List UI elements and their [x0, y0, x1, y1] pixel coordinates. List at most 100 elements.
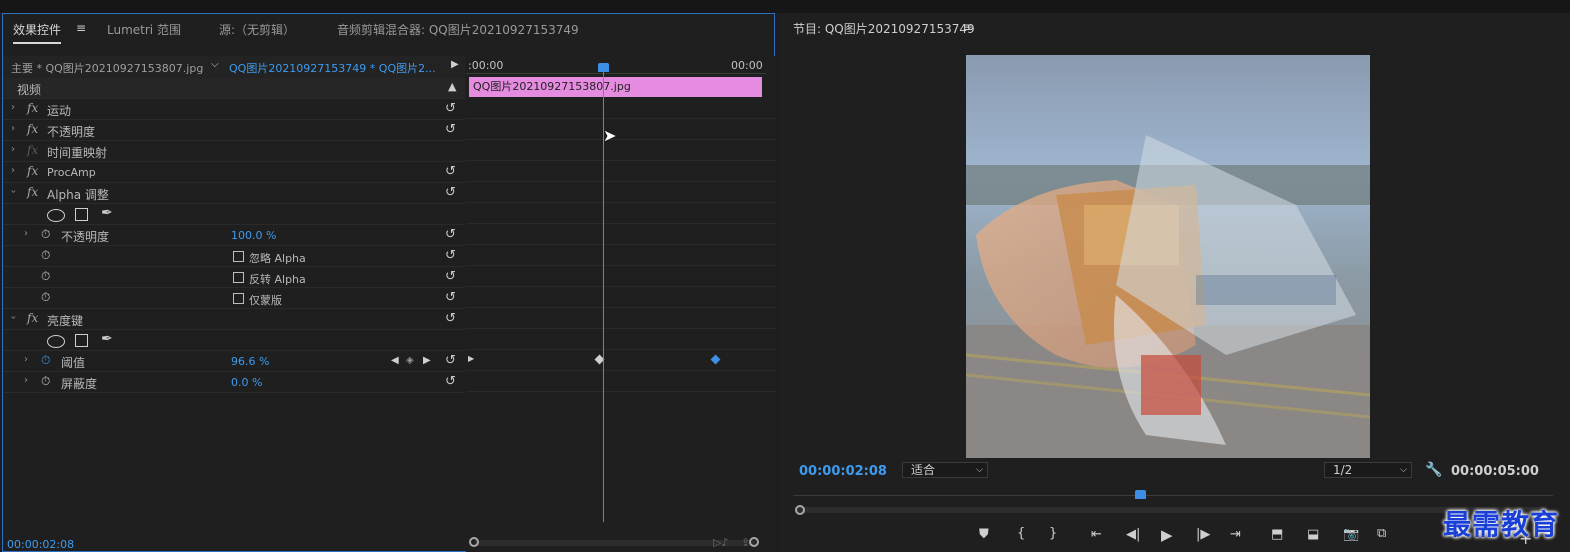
prev-keyframe-icon[interactable]: ◀ [391, 355, 399, 366]
stopwatch-icon[interactable]: ⏱ [41, 353, 50, 368]
panel-menu-icon[interactable]: ≡ [963, 20, 973, 34]
play-icon[interactable]: ▶ [1161, 526, 1173, 544]
chevron-down-icon[interactable]: ⌵ [211, 59, 219, 70]
go-to-out-icon[interactable]: ⇥ [1230, 527, 1241, 542]
tab-lumetri[interactable]: Lumetri 范围 [107, 21, 181, 38]
program-playhead-handle[interactable] [1135, 490, 1146, 499]
stopwatch-icon[interactable]: ⏱ [41, 269, 50, 284]
reset-icon[interactable]: ↺ [445, 269, 456, 284]
stopwatch-icon[interactable]: ⏱ [41, 248, 50, 263]
timeline-clip[interactable]: QQ图片20210927153807.jpg [469, 77, 762, 97]
effect-row-time-remap[interactable]: › fx 时间重映射 [3, 141, 465, 162]
reset-icon[interactable]: ↺ [445, 122, 456, 137]
reset-icon[interactable]: ↺ [445, 164, 456, 179]
go-to-in-icon[interactable]: ⇤ [1091, 527, 1102, 542]
timeline-row [466, 182, 776, 203]
program-current-timecode[interactable]: 00:00:02:08 [799, 464, 887, 479]
master-clip-label[interactable]: 主要 * QQ图片20210927153807.jpg [11, 60, 203, 76]
chevron-right-icon[interactable]: › [11, 144, 15, 155]
scroll-handle-left[interactable] [469, 537, 479, 547]
zoom-select[interactable]: 适合 ⌵ [902, 462, 988, 478]
comparison-view-icon[interactable]: ⧉ [1377, 526, 1386, 541]
reset-icon[interactable]: ↺ [445, 353, 456, 368]
param-value[interactable]: 100.0 % [231, 229, 276, 242]
param-row-alpha-opacity[interactable]: › ⏱ 不透明度 100.0 % ↺ [3, 225, 465, 246]
watermark-logo: 最需教育 [1443, 508, 1560, 541]
reset-icon[interactable]: ↺ [445, 311, 456, 326]
panel-menu-icon[interactable]: ≡ [76, 21, 86, 35]
reset-icon[interactable]: ↺ [445, 185, 456, 200]
step-back-icon[interactable]: ◀| [1126, 527, 1140, 542]
scroll-handle-left[interactable] [795, 505, 805, 515]
clip-bar: 主要 * QQ图片20210927153807.jpg ⌵ QQ图片202109… [3, 56, 465, 78]
mark-in-icon[interactable]: { [1017, 526, 1025, 541]
reset-icon[interactable]: ↺ [445, 227, 456, 242]
ellipse-mask-icon[interactable] [47, 209, 65, 222]
chevron-right-icon[interactable]: › [11, 165, 15, 176]
export-icon[interactable]: ⇪ [741, 536, 750, 549]
audio-icon[interactable]: ▷♪ [713, 536, 728, 549]
chevron-down-icon[interactable]: › [8, 316, 19, 320]
extract-icon[interactable]: ⬓ [1307, 527, 1319, 542]
mask-tools-row: ✒ [3, 330, 465, 351]
invert-alpha-checkbox[interactable] [233, 272, 244, 283]
fx-icon[interactable]: fx [27, 185, 38, 199]
ellipse-mask-icon[interactable] [47, 335, 65, 348]
scrub-ruler[interactable] [793, 495, 1553, 496]
chevron-right-icon[interactable]: › [11, 102, 15, 113]
step-forward-icon[interactable]: |▶ [1196, 527, 1210, 542]
effect-row-opacity[interactable]: › fx 不透明度 ↺ [3, 120, 465, 141]
pen-mask-icon[interactable]: ✒ [101, 331, 113, 347]
effect-row-alpha-adjust[interactable]: › fx Alpha 调整 ↺ [3, 183, 465, 204]
effect-timeline[interactable]: :00:00 00:00 QQ图片20210927153807.jpg ▶ ➤ [466, 56, 776, 552]
fx-icon[interactable]: fx [27, 101, 38, 115]
param-row-cutoff[interactable]: › ⏱ 屏蔽度 0.0 % ↺ [3, 372, 465, 393]
stopwatch-icon[interactable]: ⏱ [41, 374, 50, 389]
rectangle-mask-icon[interactable] [75, 208, 88, 221]
reset-icon[interactable]: ↺ [445, 101, 456, 116]
tab-effect-controls[interactable]: 效果控件 [13, 21, 62, 44]
resolution-select[interactable]: 1/2 ⌵ [1324, 462, 1412, 478]
rectangle-mask-icon[interactable] [75, 334, 88, 347]
collapse-up-icon[interactable]: ▲ [448, 80, 456, 93]
scroll-handle-right[interactable] [749, 537, 759, 547]
effect-row-procamp[interactable]: › fx ProcAmp ↺ [3, 162, 465, 183]
chevron-down-icon[interactable]: › [8, 190, 19, 194]
play-only-clip-icon[interactable]: ▶ [451, 59, 459, 70]
fx-icon[interactable]: fx [27, 122, 38, 136]
stopwatch-icon[interactable]: ⏱ [41, 290, 50, 305]
mark-out-icon[interactable]: } [1049, 526, 1057, 541]
wrench-icon[interactable]: 🔧 [1425, 462, 1442, 478]
reset-icon[interactable]: ↺ [445, 290, 456, 305]
left-footer-timecode[interactable]: 00:00:02:08 [7, 538, 74, 551]
ignore-alpha-checkbox[interactable] [233, 251, 244, 262]
stopwatch-icon[interactable]: ⏱ [41, 227, 50, 242]
sequence-clip-label[interactable]: QQ图片20210927153749 * QQ图片2... [229, 60, 436, 76]
add-marker-icon[interactable]: ⛊ [979, 527, 989, 542]
chevron-right-icon[interactable]: › [24, 354, 28, 365]
lift-icon[interactable]: ⬒ [1271, 527, 1283, 542]
next-keyframe-icon[interactable]: ▶ [423, 355, 431, 366]
program-title[interactable]: 节目: QQ图片20210927153749 [793, 20, 975, 37]
chevron-right-icon[interactable]: › [11, 123, 15, 134]
export-frame-icon[interactable]: 📷 [1343, 527, 1359, 542]
program-zoom-scrollbar[interactable] [797, 507, 1547, 513]
add-keyframe-icon[interactable]: ◈ [406, 355, 414, 366]
fx-icon[interactable]: fx [27, 311, 38, 325]
effect-label: 运动 [47, 104, 72, 118]
mask-only-checkbox[interactable] [233, 293, 244, 304]
tab-source[interactable]: 源:（无剪辑） [219, 21, 295, 38]
effect-row-motion[interactable]: › fx 运动 ↺ [3, 99, 465, 120]
param-value[interactable]: 0.0 % [231, 376, 262, 389]
effect-row-luma-key[interactable]: › fx 亮度键 ↺ [3, 309, 465, 330]
reset-icon[interactable]: ↺ [445, 374, 456, 389]
pen-mask-icon[interactable]: ✒ [101, 205, 113, 221]
fx-icon[interactable]: fx [27, 164, 38, 178]
chevron-right-icon[interactable]: › [24, 228, 28, 239]
param-value[interactable]: 96.6 % [231, 355, 269, 368]
param-row-threshold[interactable]: › ⏱ 阈值 96.6 % ◀ ◈ ▶ ↺ [3, 351, 465, 372]
timeline-row [466, 371, 776, 392]
reset-icon[interactable]: ↺ [445, 248, 456, 263]
chevron-right-icon[interactable]: › [24, 375, 28, 386]
tab-audio-mixer[interactable]: 音频剪辑混合器: QQ图片20210927153749 [337, 21, 579, 38]
